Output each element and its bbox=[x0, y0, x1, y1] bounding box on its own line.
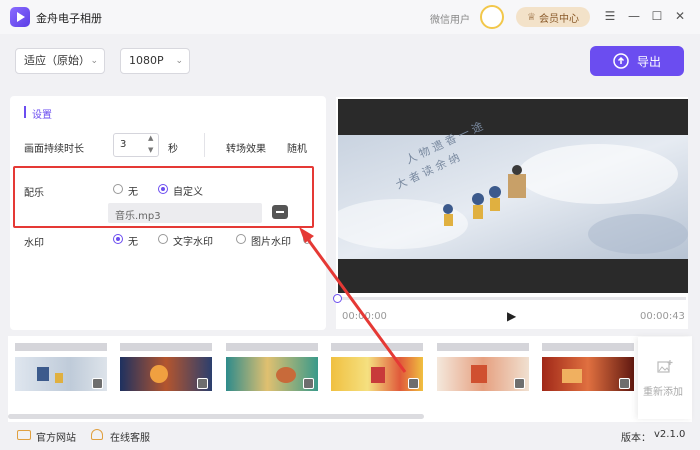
monitor-icon bbox=[17, 430, 31, 440]
headset-icon bbox=[91, 429, 103, 440]
annotation-arrow bbox=[299, 227, 407, 373]
website-link[interactable]: 官方网站 bbox=[36, 429, 76, 444]
footer bbox=[0, 424, 700, 450]
version-value: v2.1.0 bbox=[654, 429, 686, 440]
version-label: 版本： bbox=[621, 433, 651, 444]
support-link[interactable]: 在线客服 bbox=[110, 429, 150, 444]
